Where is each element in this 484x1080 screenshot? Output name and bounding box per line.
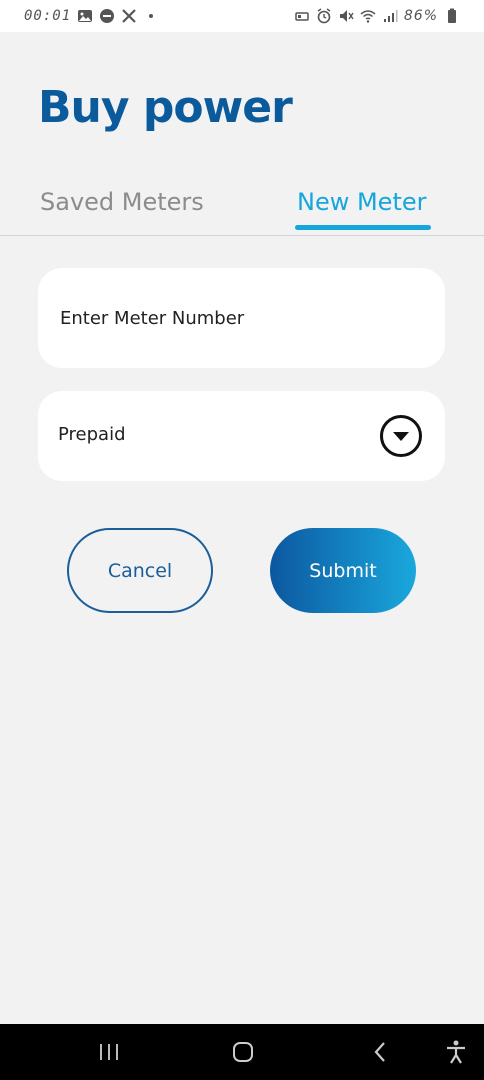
back-icon[interactable]	[366, 1038, 394, 1066]
wifi-icon	[360, 8, 376, 24]
system-nav-bar	[0, 1024, 484, 1080]
active-tab-indicator	[295, 225, 431, 230]
submit-button[interactable]: Submit	[270, 528, 416, 613]
status-left: 00:01	[24, 8, 159, 24]
status-right: 86%	[294, 8, 460, 24]
tab-saved-meters[interactable]: Saved Meters	[40, 188, 204, 216]
accessibility-icon[interactable]	[442, 1038, 470, 1066]
gallery-icon	[77, 8, 93, 24]
status-time: 00:01	[24, 8, 72, 24]
signal-icon	[382, 8, 398, 24]
page-title: Buy power	[38, 82, 293, 133]
battery-icon	[444, 8, 460, 24]
recents-icon[interactable]	[95, 1038, 123, 1066]
status-bar: 00:01 86%	[0, 0, 484, 32]
cancel-button[interactable]: Cancel	[67, 528, 213, 613]
mute-icon	[338, 8, 354, 24]
meter-type-dropdown[interactable]: Prepaid	[38, 391, 445, 481]
dot-icon	[143, 8, 159, 24]
x-logo-icon	[121, 8, 137, 24]
tab-bar: Saved Meters New Meter	[0, 188, 484, 236]
tab-new-meter[interactable]: New Meter	[297, 188, 427, 216]
screen-record-icon	[294, 8, 310, 24]
alarm-icon	[316, 8, 332, 24]
battery-percent: 86%	[403, 8, 438, 24]
home-icon[interactable]	[229, 1038, 257, 1066]
chevron-down-circle-icon[interactable]	[379, 414, 423, 458]
meter-type-value: Prepaid	[58, 424, 126, 445]
do-not-disturb-icon	[99, 8, 115, 24]
meter-number-input[interactable]	[60, 304, 420, 332]
meter-number-card	[38, 268, 445, 368]
